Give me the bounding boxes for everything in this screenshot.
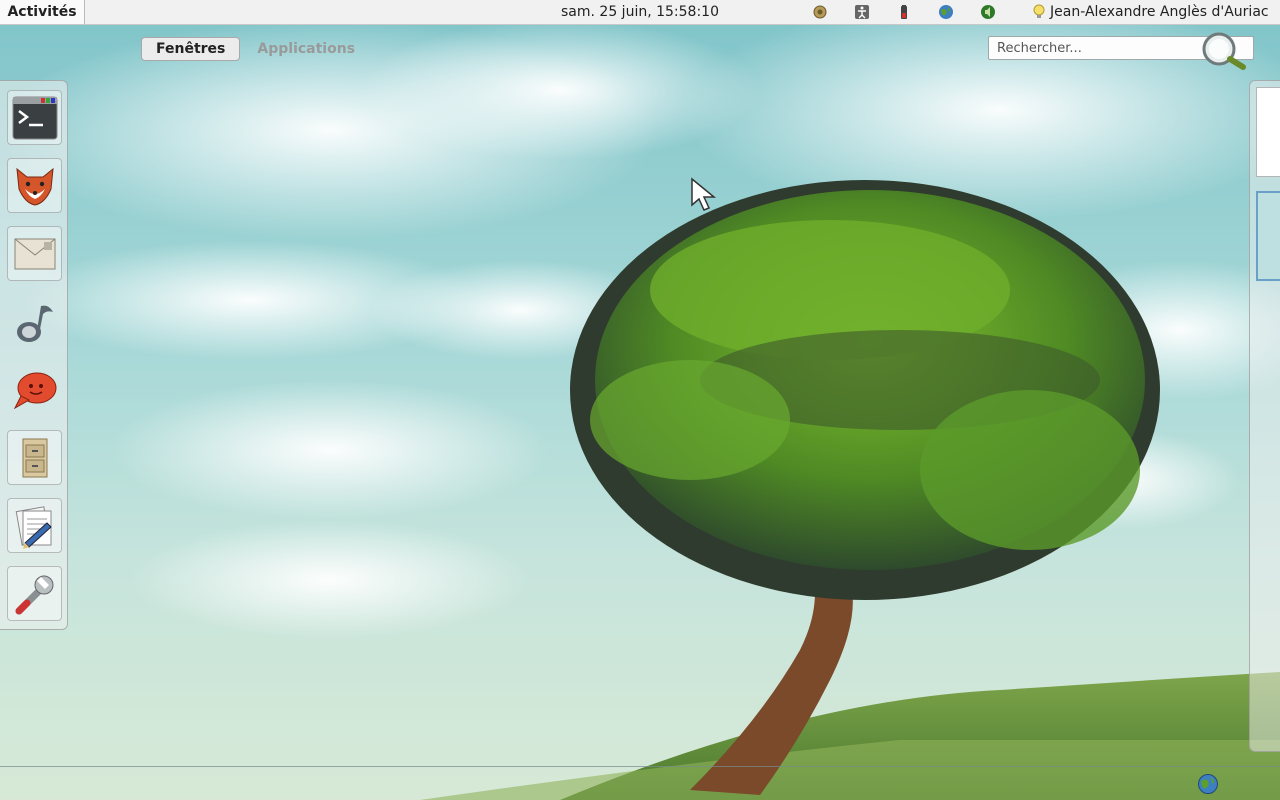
- activities-button[interactable]: Activités: [0, 0, 85, 24]
- music-note-icon: [16, 305, 53, 342]
- desktop-wallpaper: [0, 0, 1280, 800]
- accessibility-icon[interactable]: [854, 4, 870, 20]
- dash-item-terminal[interactable]: [7, 90, 62, 145]
- terminal-icon: [12, 96, 57, 139]
- clock[interactable]: sam. 25 juin, 15:58:10: [540, 0, 740, 24]
- dash-item-mail[interactable]: [7, 226, 62, 281]
- dash-item-firefox[interactable]: [7, 158, 62, 213]
- dash-item-files[interactable]: [7, 430, 62, 485]
- dash: [0, 80, 68, 630]
- message-tray-edge: [0, 766, 1280, 767]
- firefox-icon: [15, 167, 54, 206]
- chat-bubble-icon: [13, 372, 56, 409]
- top-panel: Activités sam. 25 juin, 15:58:10 Jean-Al…: [0, 0, 1280, 25]
- tab-windows[interactable]: Fenêtres: [141, 37, 241, 61]
- view-selector: Fenêtres Applications: [141, 37, 370, 61]
- search-box[interactable]: [988, 32, 1254, 70]
- system-tray: [812, 0, 1022, 24]
- battery-icon[interactable]: [896, 4, 912, 20]
- network-icon[interactable]: [812, 4, 828, 20]
- user-menu[interactable]: Jean-Alexandre Anglès d'Auriac: [1032, 0, 1269, 24]
- envelope-icon: [14, 238, 55, 269]
- document-pen-icon: [15, 505, 52, 549]
- globe-icon[interactable]: [1197, 773, 1219, 795]
- lightbulb-icon: [1033, 4, 1045, 18]
- dash-item-tools[interactable]: [7, 566, 62, 621]
- volume-icon[interactable]: [980, 4, 996, 20]
- workspace-thumbnail[interactable]: [1256, 87, 1280, 177]
- search-input[interactable]: [997, 39, 1197, 57]
- dash-item-music[interactable]: [7, 294, 62, 349]
- dash-item-chat[interactable]: [7, 362, 62, 417]
- filing-cabinet-icon: [22, 438, 47, 477]
- user-name: Jean-Alexandre Anglès d'Auriac: [1050, 4, 1269, 20]
- globe-icon[interactable]: [938, 4, 954, 20]
- wrench-icon: [15, 575, 53, 614]
- dash-item-text-editor[interactable]: [7, 498, 62, 553]
- search-icon: [1202, 32, 1246, 70]
- mouse-pointer-icon: [691, 177, 717, 211]
- tab-applications[interactable]: Applications: [242, 37, 370, 61]
- workspace-switcher: [1249, 80, 1280, 752]
- workspace-thumbnail-active[interactable]: [1256, 191, 1280, 281]
